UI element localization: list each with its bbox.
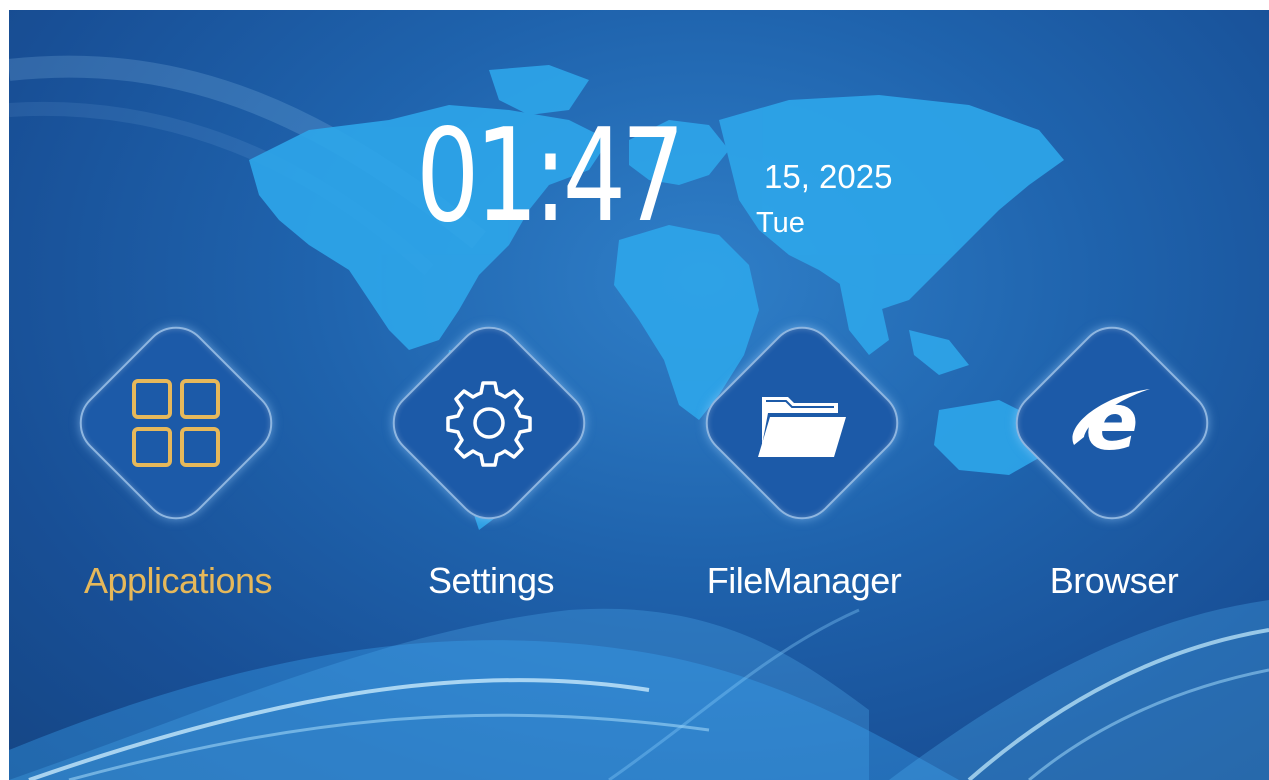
home-screen: 01:47 15, 2025 Tue Applications Settings [9,10,1269,780]
folder-icon [758,397,846,457]
browser-tile[interactable]: e Browser [1001,312,1224,601]
apps-grid-icon [132,379,220,467]
svg-text:e: e [1086,378,1139,468]
filemanager-label: FileManager [706,560,902,601]
browser-label: Browser [1049,560,1179,601]
gear-icon [446,381,532,467]
settings-label: Settings [427,560,555,601]
clock-date: 15, 2025 [764,158,893,195]
clock-time: 01:47 [416,102,685,251]
settings-tile[interactable]: Settings [378,312,601,601]
browser-e-icon: e [1072,378,1150,468]
applications-tile[interactable]: Applications [65,312,288,601]
clock-weekday: Tue [756,207,805,239]
filemanager-tile[interactable]: FileManager [691,312,914,601]
applications-label: Applications [83,560,273,601]
